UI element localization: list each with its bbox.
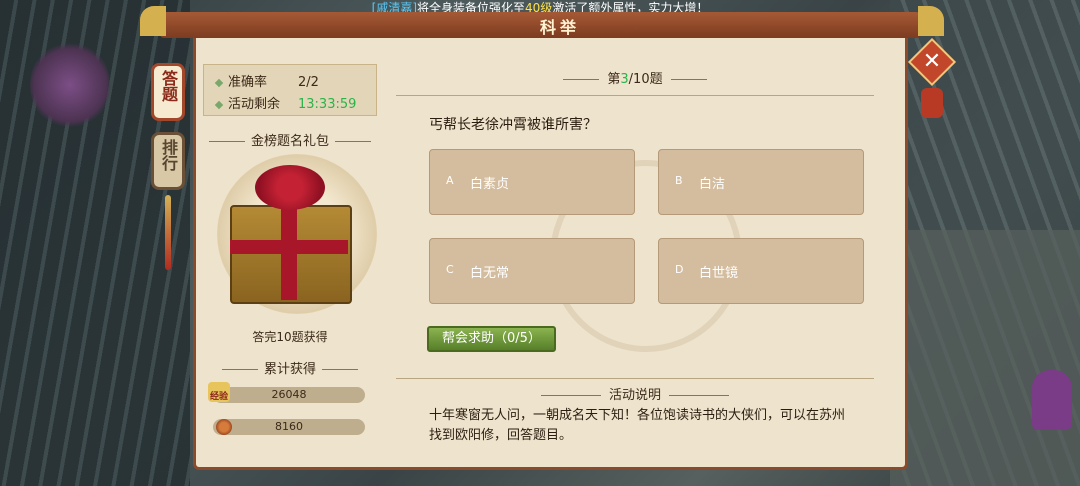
description-divider [396,378,874,379]
accuracy-label: 准确率 [228,75,268,90]
gift-ribbon [230,240,348,254]
tassel-decoration [165,195,171,270]
heading-line [322,369,358,370]
option-letter: D [675,263,684,276]
guild-help-button[interactable]: 帮会求助（0/5） [427,326,556,352]
option-c-button[interactable]: C 白无常 [429,238,635,304]
heading-line [221,369,258,370]
diamond-bullet-icon [214,100,224,109]
time-remaining-label: 活动剩余 [228,97,281,112]
coin-icon [216,419,232,435]
header-divider [396,95,874,96]
gift-heading-text: 金榜题名礼包 [251,134,330,149]
close-icon[interactable]: ✕ [915,45,949,79]
rewards-heading: 累计获得 [203,358,377,377]
heading-line [670,79,707,80]
question-suffix: /10题 [628,72,663,87]
title-ornament-right [918,6,944,36]
heading-line [335,141,372,142]
title-ornament-left [140,6,166,36]
gift-bow-icon [255,165,325,210]
question-prefix: 第 [607,72,621,87]
option-text: 白素贞 [470,177,510,192]
question-current: 3 [620,72,629,87]
heading-line [209,141,245,142]
coin-bar: 8160 [213,419,365,435]
window-title: 科举 [539,18,580,37]
npc-figure[interactable] [1032,370,1072,430]
coin-value: 8160 [275,420,303,433]
question-number: 第3/10题 [396,68,874,87]
courtyard [890,230,1080,486]
tab-answer-label: 答题 [159,70,178,102]
option-text: 白洁 [699,177,726,192]
stats-box: 准确率 2/2 活动剩余 13:33:59 [203,64,377,116]
tab-ranking-label: 排行 [159,139,178,171]
description-heading-text: 活动说明 [608,388,661,403]
heading-line [669,395,729,396]
heading-line [563,79,600,80]
rewards-heading-text: 累计获得 [263,362,316,377]
option-text: 白世镜 [699,266,739,281]
exp-bar: 26048 [213,387,365,403]
accuracy-value: 2/2 [298,75,319,90]
question-text: 丐帮长老徐冲霄被谁所害？ [429,117,597,133]
lantern-decoration [921,88,943,118]
tab-answer[interactable]: 答题 [151,63,185,121]
time-remaining-value: 13:33:59 [298,97,357,112]
option-d-button[interactable]: D 白世镜 [658,238,864,304]
tab-ranking[interactable]: 排行 [151,132,185,190]
diamond-bullet-icon [214,78,224,87]
option-b-button[interactable]: B 白洁 [658,149,864,215]
option-letter: B [675,174,683,187]
gift-caption: 答完10题获得 [252,330,328,344]
exp-value: 26048 [271,388,307,401]
option-text: 白无常 [470,266,510,281]
gift-heading: 金榜题名礼包 [203,130,377,149]
accuracy-row: 准确率 2/2 [214,71,319,90]
option-a-button[interactable]: A 白素贞 [429,149,635,215]
option-letter: C [446,263,454,276]
description-heading: 活动说明 [396,384,874,403]
exp-icon-label: 经验 [209,392,228,402]
option-letter: A [446,174,454,187]
exp-scroll-icon: 经验 [208,382,230,402]
blossom-tree [30,40,110,130]
heading-line [540,395,601,396]
description-text: 十年寒窗无人问，一朝成名天下知！各位饱读诗书的大侠们，可以在苏州找到欧阳修，回答… [429,408,846,443]
time-remaining-row: 活动剩余 13:33:59 [214,93,357,112]
